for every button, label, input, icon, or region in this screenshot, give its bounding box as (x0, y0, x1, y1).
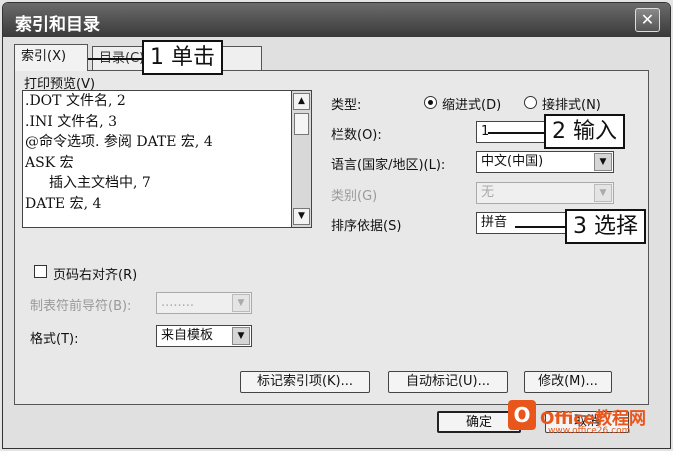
chevron-down-icon[interactable]: ▼ (594, 153, 612, 171)
close-icon: ✕ (640, 10, 655, 29)
scroll-up-icon[interactable]: ▲ (293, 93, 310, 110)
callout-step3: 3 选择 (565, 209, 646, 244)
leader-value: ........ (161, 295, 195, 310)
radio-indented-label[interactable]: 缩进式(D) (442, 94, 501, 113)
scroll-thumb[interactable] (294, 113, 309, 135)
mark-entry-button[interactable]: 标记索引项(K)... (240, 371, 370, 393)
category-label: 类别(G) (331, 189, 378, 204)
callout-step1: 1 单击 (142, 40, 223, 75)
format-select[interactable]: 来自模板 ▼ (156, 325, 252, 347)
preview-line: @命令选项. 参阅 DATE 宏, 4 (25, 134, 213, 150)
preview-line: DATE 宏, 4 (25, 195, 102, 212)
preview-line: ASK 宏 (25, 154, 74, 171)
scroll-down-icon[interactable]: ▼ (293, 208, 310, 225)
callout-leader-line (488, 132, 544, 134)
right-align-checkbox[interactable] (34, 265, 47, 278)
modify-button[interactable]: 修改(M)... (524, 371, 612, 393)
chevron-down-icon[interactable]: ▼ (232, 327, 250, 345)
radio-runin[interactable] (524, 96, 537, 109)
dialog-title: 索引和目录 (15, 15, 100, 35)
office-icon: O (508, 400, 536, 430)
radio-indented[interactable] (424, 96, 437, 109)
office-logo: O (508, 400, 536, 430)
category-value: 无 (481, 185, 495, 200)
chevron-down-icon: ▼ (232, 294, 250, 312)
preview-scrollbar[interactable]: ▲ ▼ (292, 90, 312, 228)
type-label: 类型: (331, 98, 362, 113)
right-align-label[interactable]: 页码右对齐(R) (53, 264, 137, 283)
leader-select: ........ ▼ (156, 292, 252, 314)
title-bar: 索引和目录 ✕ (3, 3, 670, 37)
callout-leader-line (515, 226, 565, 228)
preview-line: .DOT 文件名, 2 (25, 93, 126, 109)
close-button[interactable]: ✕ (635, 8, 660, 32)
sort-value: 拼音 (481, 215, 508, 230)
format-label: 格式(T): (30, 332, 79, 347)
columns-label: 栏数(O): (331, 128, 382, 143)
sort-label: 排序依据(S) (331, 219, 402, 234)
format-value: 来自模板 (161, 328, 214, 343)
category-select: 无 ▼ (476, 182, 614, 204)
watermark-url: www.office26.com (548, 426, 631, 436)
tab-index[interactable]: 索引(X) (14, 44, 88, 71)
radio-runin-label[interactable]: 接排式(N) (542, 94, 601, 113)
chevron-down-icon: ▼ (594, 184, 612, 202)
automark-button[interactable]: 自动标记(U)... (388, 371, 508, 393)
callout-leader-line (88, 58, 142, 60)
language-value: 中文(中国) (481, 154, 544, 169)
language-select[interactable]: 中文(中国) ▼ (476, 151, 614, 173)
language-label: 语言(国家/地区)(L): (331, 158, 446, 173)
leader-label: 制表符前导符(B): (30, 299, 132, 314)
radio-selected-dot (428, 100, 433, 105)
print-preview-box: .DOT 文件名, 2 .INI 文件名, 3 @命令选项. 参阅 DATE 宏… (22, 90, 292, 228)
preview-line: 插入主文档中, 7 (49, 175, 151, 191)
callout-step2: 2 输入 (544, 114, 625, 149)
preview-line: .INI 文件名, 3 (25, 113, 118, 130)
